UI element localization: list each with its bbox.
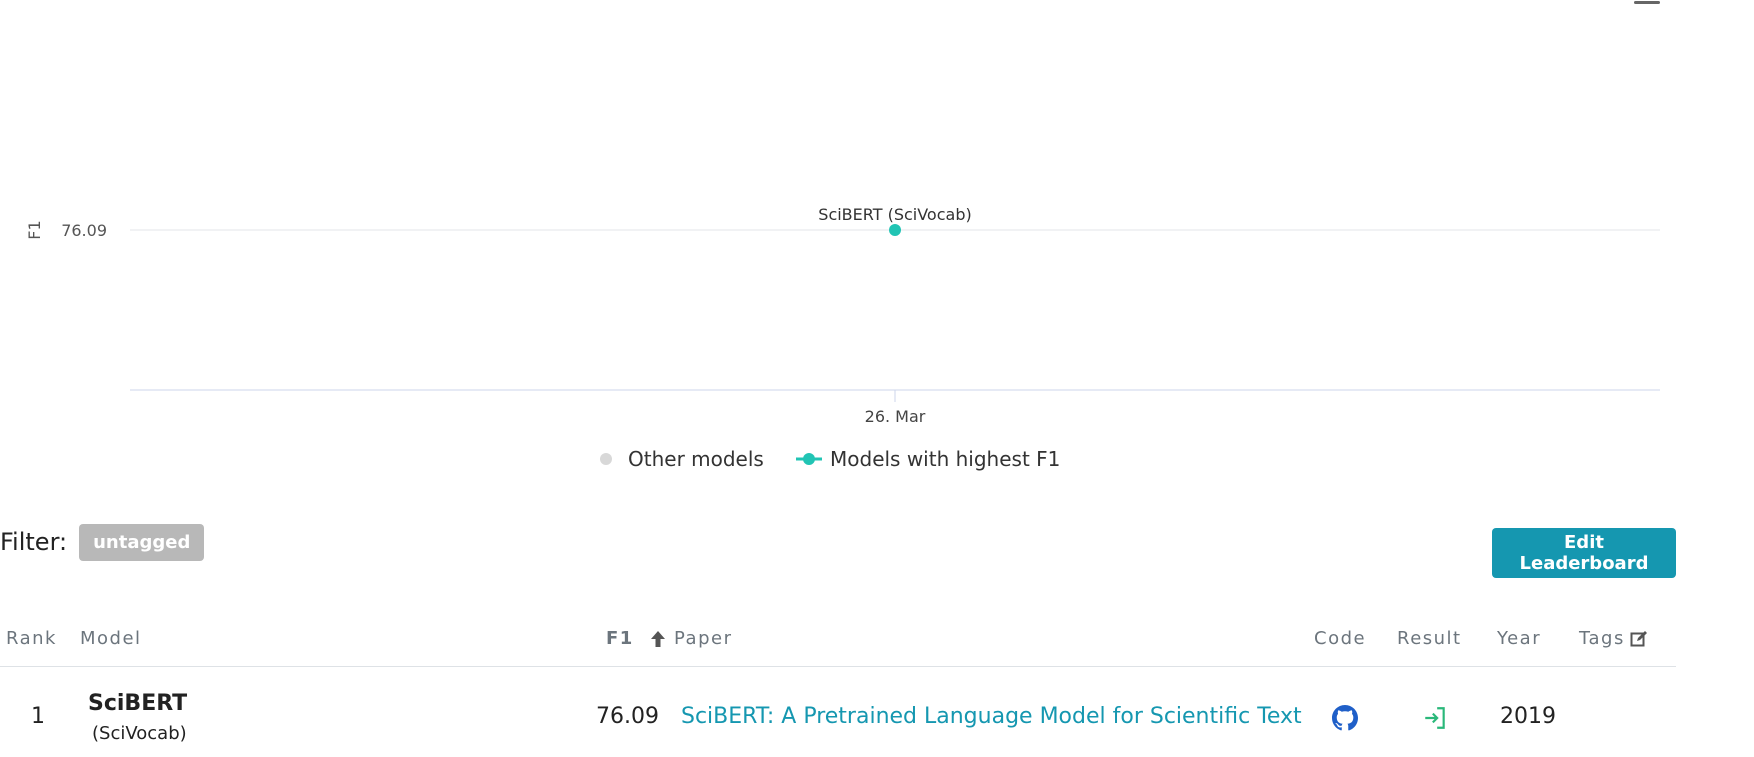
- model-variant: (SciVocab): [92, 723, 187, 744]
- y-tick-label: 76.09: [61, 221, 107, 240]
- y-axis-title: F1: [25, 220, 44, 239]
- header-rank[interactable]: Rank: [6, 628, 57, 649]
- rank-cell: 1: [31, 704, 45, 729]
- filter-label: Filter:: [0, 528, 68, 556]
- untagged-filter-tag[interactable]: untagged: [79, 523, 205, 561]
- chart-axes: 76.09 F1 26. Mar: [25, 220, 1660, 426]
- f1-cell: 76.09: [596, 704, 659, 729]
- paper-link[interactable]: SciBERT: A Pretrained Language Model for…: [681, 704, 1302, 729]
- x-tick-label: 26. Mar: [865, 407, 926, 426]
- leaderboard-table: Rank Model F1 Paper Code Result Year Tag…: [0, 610, 1676, 757]
- header-model[interactable]: Model: [80, 628, 142, 649]
- header-f1[interactable]: F1: [606, 628, 634, 649]
- data-point: [889, 224, 901, 236]
- chart-legend[interactable]: Other models Models with highest F1: [600, 447, 1060, 471]
- table-header: Rank Model F1 Paper Code Result Year Tag…: [0, 610, 1676, 667]
- data-point-label: SciBERT (SciVocab): [818, 205, 971, 224]
- filter-row: Filter: untagged: [0, 522, 205, 562]
- legend-label: Other models: [628, 447, 764, 471]
- chart: 76.09 F1 26. Mar SciBERT (SciVocab) Other …: [25, 205, 1660, 471]
- edit-leaderboard-button[interactable]: Edit Leaderboard: [1492, 528, 1676, 578]
- github-icon[interactable]: [1332, 705, 1358, 736]
- header-code: Code: [1314, 628, 1367, 649]
- header-result: Result: [1397, 628, 1462, 649]
- header-year[interactable]: Year: [1497, 628, 1541, 649]
- header-paper[interactable]: Paper: [674, 628, 732, 649]
- header-tags: Tags: [1579, 628, 1625, 649]
- legend-label: Models with highest F1: [830, 447, 1060, 471]
- chart-marks: SciBERT (SciVocab): [818, 205, 972, 236]
- arrow-up-icon[interactable]: [650, 630, 666, 653]
- edit-icon[interactable]: [1630, 630, 1648, 653]
- table-row: 1 SciBERT (SciVocab) 76.09 SciBERT: A Pr…: [0, 667, 1676, 757]
- legend-marker: [803, 453, 815, 465]
- year-cell: 2019: [1500, 704, 1556, 729]
- sign-in-icon[interactable]: [1422, 705, 1448, 736]
- model-name: SciBERT: [88, 691, 188, 716]
- legend-marker: [600, 453, 612, 465]
